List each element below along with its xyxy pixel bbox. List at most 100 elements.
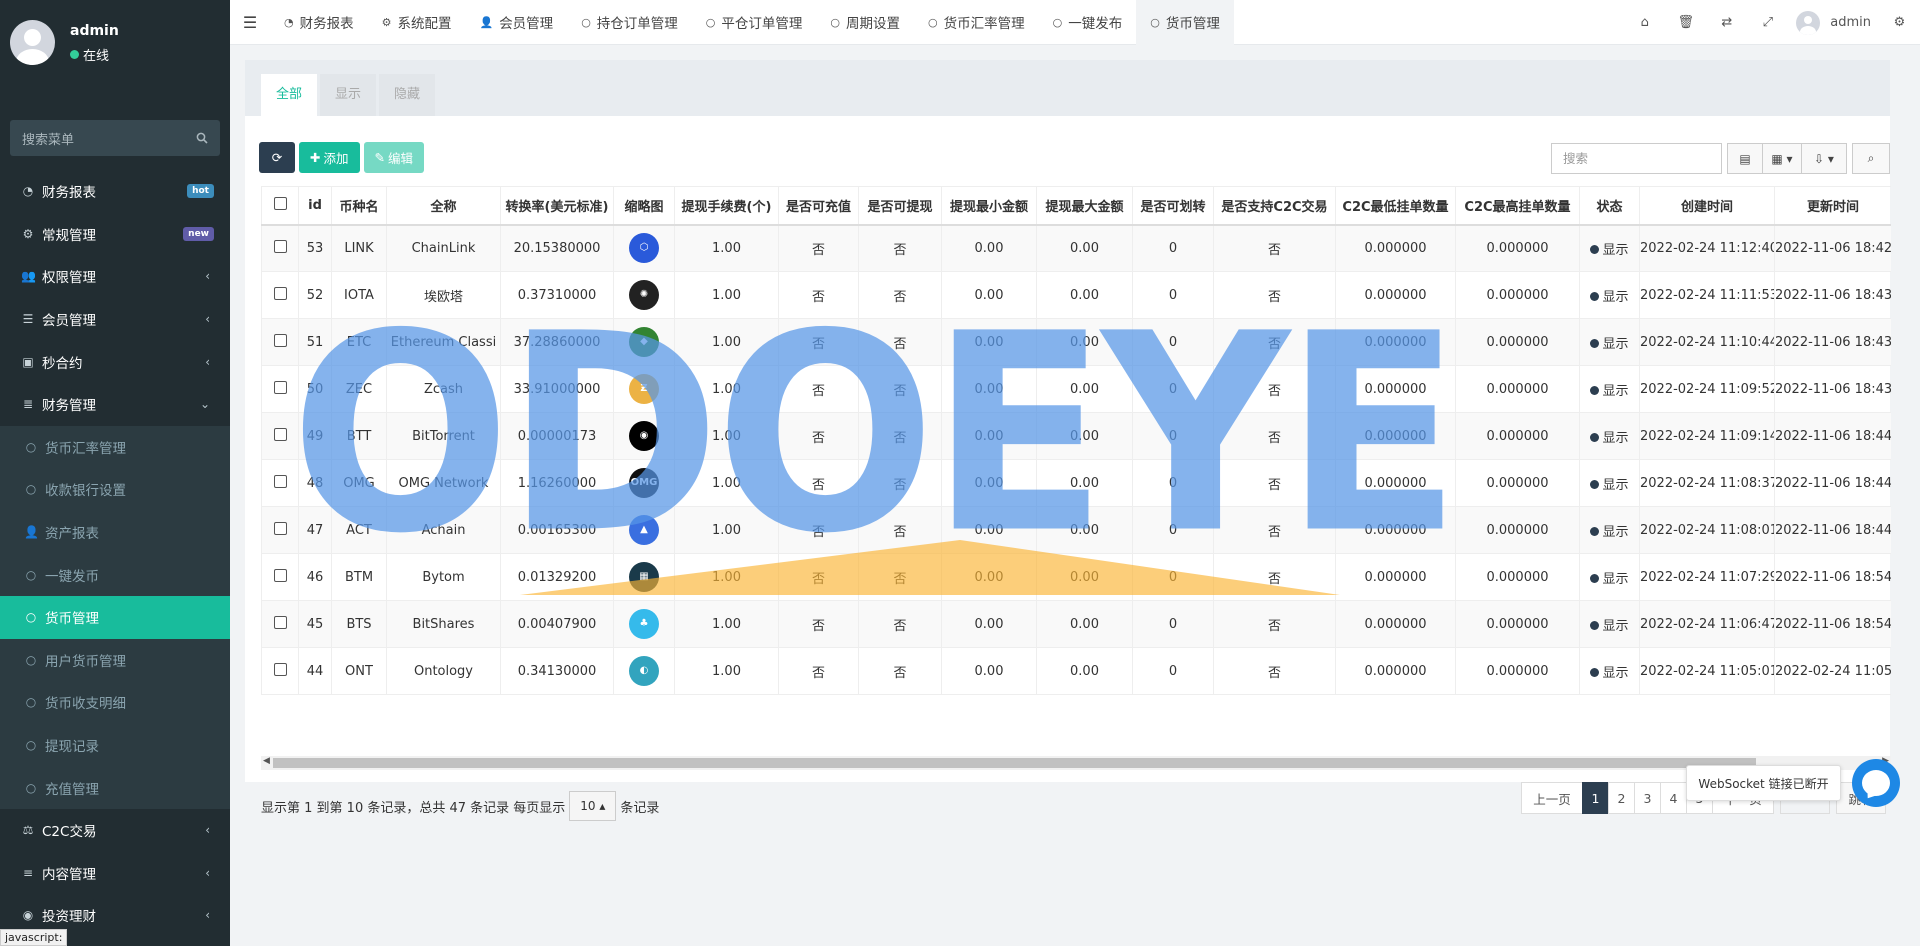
gear-icon[interactable]: ⚙ bbox=[1879, 15, 1920, 30]
sidebar-item-label: C2C交易 bbox=[42, 824, 97, 841]
table-search-input[interactable]: 搜索 bbox=[1551, 143, 1722, 174]
table-row[interactable]: 51 ETC Ethereum Classi 37.28860000 ◆ 1.00 否否 0.… bbox=[261, 318, 1891, 366]
row-checkbox[interactable] bbox=[273, 239, 287, 253]
tab-1[interactable]: ⚙ 系统配置 bbox=[368, 0, 466, 45]
sidebar-item-balance-scale[interactable]: ⚖ C2C交易 ‹ bbox=[0, 809, 230, 852]
table-row[interactable]: 53 LINK ChainLink 20.15380000 ⬡ 1.00 否否 0.00 0.0… bbox=[261, 224, 1891, 272]
column-header[interactable]: C2C最低挂单数量 bbox=[1335, 186, 1456, 226]
advanced-search-button[interactable]: ⌕ bbox=[1852, 143, 1890, 174]
column-header[interactable]: 转换率(美元标准) bbox=[500, 186, 614, 226]
column-header[interactable]: 是否可提现 bbox=[858, 186, 942, 226]
tab-5[interactable]: ○ 周期设置 bbox=[816, 0, 914, 45]
page-button[interactable]: 4 bbox=[1660, 782, 1687, 814]
sidebar-item-circle[interactable]: ○ 一键发币 bbox=[0, 553, 230, 596]
column-header[interactable]: C2C最高挂单数量 bbox=[1455, 186, 1580, 226]
page-button[interactable]: 2 bbox=[1608, 782, 1635, 814]
column-header[interactable]: 创建时间 bbox=[1639, 186, 1775, 226]
translate-icon[interactable]: ⇄ bbox=[1706, 15, 1747, 30]
table-row[interactable]: 45 BTS BitShares 0.00407900 ♣ 1.00 否否 0.00 0.00 0… bbox=[261, 600, 1891, 648]
page-button[interactable]: 1 bbox=[1582, 782, 1609, 814]
tab-6[interactable]: ○ 货币汇率管理 bbox=[914, 0, 1039, 45]
tab-8[interactable]: ○ 货币管理 bbox=[1136, 0, 1234, 45]
tab-7[interactable]: ○ 一键发布 bbox=[1039, 0, 1137, 45]
coin-logo-icon: OMG bbox=[629, 468, 659, 498]
row-checkbox[interactable] bbox=[273, 521, 287, 535]
tab-visible[interactable]: 显示 bbox=[320, 74, 377, 116]
fullscreen-icon[interactable]: ⤢ bbox=[1747, 15, 1788, 30]
scrollbar-thumb[interactable] bbox=[273, 758, 1756, 768]
columns-button[interactable]: ▦ ▾ bbox=[1762, 143, 1802, 174]
table-row[interactable]: 52 IOTA 埃欧塔 0.37310000 ✺ 1.00 否否 0.00 0.00 0 否 0.00… bbox=[261, 271, 1891, 319]
sidebar-item-circle[interactable]: ○ 用户货币管理 bbox=[0, 639, 230, 682]
row-checkbox[interactable] bbox=[273, 662, 287, 676]
sidebar-item-align-left[interactable]: ≡ 内容管理 ‹ bbox=[0, 852, 230, 895]
column-header[interactable]: 提现最小金额 bbox=[941, 186, 1037, 226]
sidebar-item-circle[interactable]: ○ 充值管理 bbox=[0, 766, 230, 809]
tab-all[interactable]: 全部 bbox=[261, 74, 318, 116]
table-row[interactable]: 48 OMG OMG Network 1.16260000 OMG 1.00 否否 0.00 0… bbox=[261, 459, 1891, 507]
coin-logo-icon: ▲ bbox=[629, 515, 659, 545]
page-size-select[interactable]: 10 ▴ bbox=[569, 791, 617, 821]
sidebar-item-circle[interactable]: ○ 货币收支明细 bbox=[0, 681, 230, 724]
row-checkbox[interactable] bbox=[273, 427, 287, 441]
sidebar-item-database[interactable]: ≣ 财务管理 ⌄ bbox=[0, 383, 230, 426]
column-header[interactable]: 缩略图 bbox=[613, 186, 675, 226]
column-header[interactable]: 币种名 bbox=[331, 186, 387, 226]
row-checkbox[interactable] bbox=[273, 474, 287, 488]
row-checkbox[interactable] bbox=[273, 286, 287, 300]
menu-search-input[interactable]: 搜索菜单 bbox=[10, 120, 220, 156]
row-checkbox[interactable] bbox=[273, 615, 287, 629]
prev-page-button[interactable]: 上一页 bbox=[1521, 782, 1583, 814]
toggle-view-button[interactable]: ▤ bbox=[1727, 143, 1763, 174]
tab-hidden[interactable]: 隐藏 bbox=[379, 74, 436, 116]
trash-icon[interactable]: 🗑 bbox=[1665, 15, 1706, 30]
home-icon[interactable]: ⌂ bbox=[1624, 15, 1665, 30]
table-row[interactable]: 46 BTM Bytom 0.01329200 ▦ 1.00 否否 0.00 0.00 0 否 0.0… bbox=[261, 553, 1891, 601]
chevron-down-icon: ⌄ bbox=[199, 397, 210, 412]
chat-button[interactable] bbox=[1852, 759, 1900, 807]
column-header[interactable]: 提现手续费(个) bbox=[674, 186, 779, 226]
row-checkbox[interactable] bbox=[273, 380, 287, 394]
sidebar-item-calendar[interactable]: ▣ 秒合约 ‹ bbox=[0, 340, 230, 383]
page-button[interactable]: 3 bbox=[1634, 782, 1661, 814]
tab-4[interactable]: ○ 平仓订单管理 bbox=[692, 0, 817, 45]
scroll-left-icon[interactable]: ◀ bbox=[263, 756, 270, 766]
sidebar-item-user[interactable]: 👤 资产报表 bbox=[0, 511, 230, 554]
sidebar-item-list[interactable]: ☰ 会员管理 ‹ bbox=[0, 298, 230, 341]
column-header[interactable]: 是否可划转 bbox=[1132, 186, 1214, 226]
column-header[interactable]: 状态 bbox=[1579, 186, 1640, 226]
user-menu[interactable]: admin bbox=[1788, 10, 1879, 35]
select-all-checkbox[interactable] bbox=[273, 196, 287, 210]
sidebar-item-cogs[interactable]: ⚙ 常规管理 new bbox=[0, 213, 230, 256]
refresh-button[interactable]: ⟳ bbox=[259, 142, 295, 173]
tab-2[interactable]: 👤 会员管理 bbox=[465, 0, 567, 45]
cell-id: 53 bbox=[298, 224, 332, 272]
sidebar-item-circle[interactable]: ○ 收款银行设置 bbox=[0, 468, 230, 511]
column-header[interactable]: id bbox=[298, 186, 332, 226]
sidebar-item-circle[interactable]: ○ 货币汇率管理 bbox=[0, 426, 230, 469]
sidebar-toggle-icon[interactable]: ☰ bbox=[230, 13, 270, 32]
column-header[interactable]: 是否支持C2C交易 bbox=[1213, 186, 1336, 226]
tab-0[interactable]: ◔ 财务报表 bbox=[270, 0, 368, 45]
column-header[interactable]: 更新时间 bbox=[1774, 186, 1891, 226]
tab-3[interactable]: ○ 持仓订单管理 bbox=[567, 0, 692, 45]
table-row[interactable]: 49 BTT BitTorrent 0.00000173 ◉ 1.00 否否 0.00 0.00… bbox=[261, 412, 1891, 460]
column-header[interactable]: 提现最大金额 bbox=[1036, 186, 1133, 226]
sidebar-item-dashboard[interactable]: ◔ 财务报表 hot bbox=[0, 170, 230, 213]
status-cell: 显示 bbox=[1579, 600, 1640, 648]
table-row[interactable]: 44 ONT Ontology 0.34130000 ◐ 1.00 否否 0.00 0.00 0 否… bbox=[261, 647, 1891, 695]
sidebar-item-circle[interactable]: ○ 提现记录 bbox=[0, 724, 230, 767]
table-row[interactable]: 50 ZEC Zcash 33.91000000 Ƶ 1.00 否否 0.00 0.00 0 否 0.… bbox=[261, 365, 1891, 413]
column-header[interactable]: 全称 bbox=[386, 186, 501, 226]
row-checkbox[interactable] bbox=[273, 333, 287, 347]
row-checkbox[interactable] bbox=[273, 568, 287, 582]
sidebar-item-circle[interactable]: ○ 货币管理 bbox=[0, 595, 230, 639]
export-button[interactable]: ⇩ ▾ bbox=[1801, 143, 1847, 174]
edit-button[interactable]: ✎ 编辑 bbox=[363, 142, 424, 173]
sidebar-item-group[interactable]: 👥 权限管理 ‹ bbox=[0, 255, 230, 298]
horizontal-scrollbar[interactable]: ◀ ▶ bbox=[261, 756, 1891, 770]
add-button[interactable]: ✚ 添加 bbox=[299, 142, 360, 173]
table-row[interactable]: 47 ACT Achain 0.00165300 ▲ 1.00 否否 0.00 0.00 0 否 0.… bbox=[261, 506, 1891, 554]
main-panel: 全部 显示 隐藏 ⟳ ✚ 添加 ✎ 编辑 搜索 ▤ ▦ ▾ ⇩ ▾ ⌕ id 币种名全… bbox=[245, 60, 1891, 821]
column-header[interactable]: 是否可充值 bbox=[778, 186, 859, 226]
